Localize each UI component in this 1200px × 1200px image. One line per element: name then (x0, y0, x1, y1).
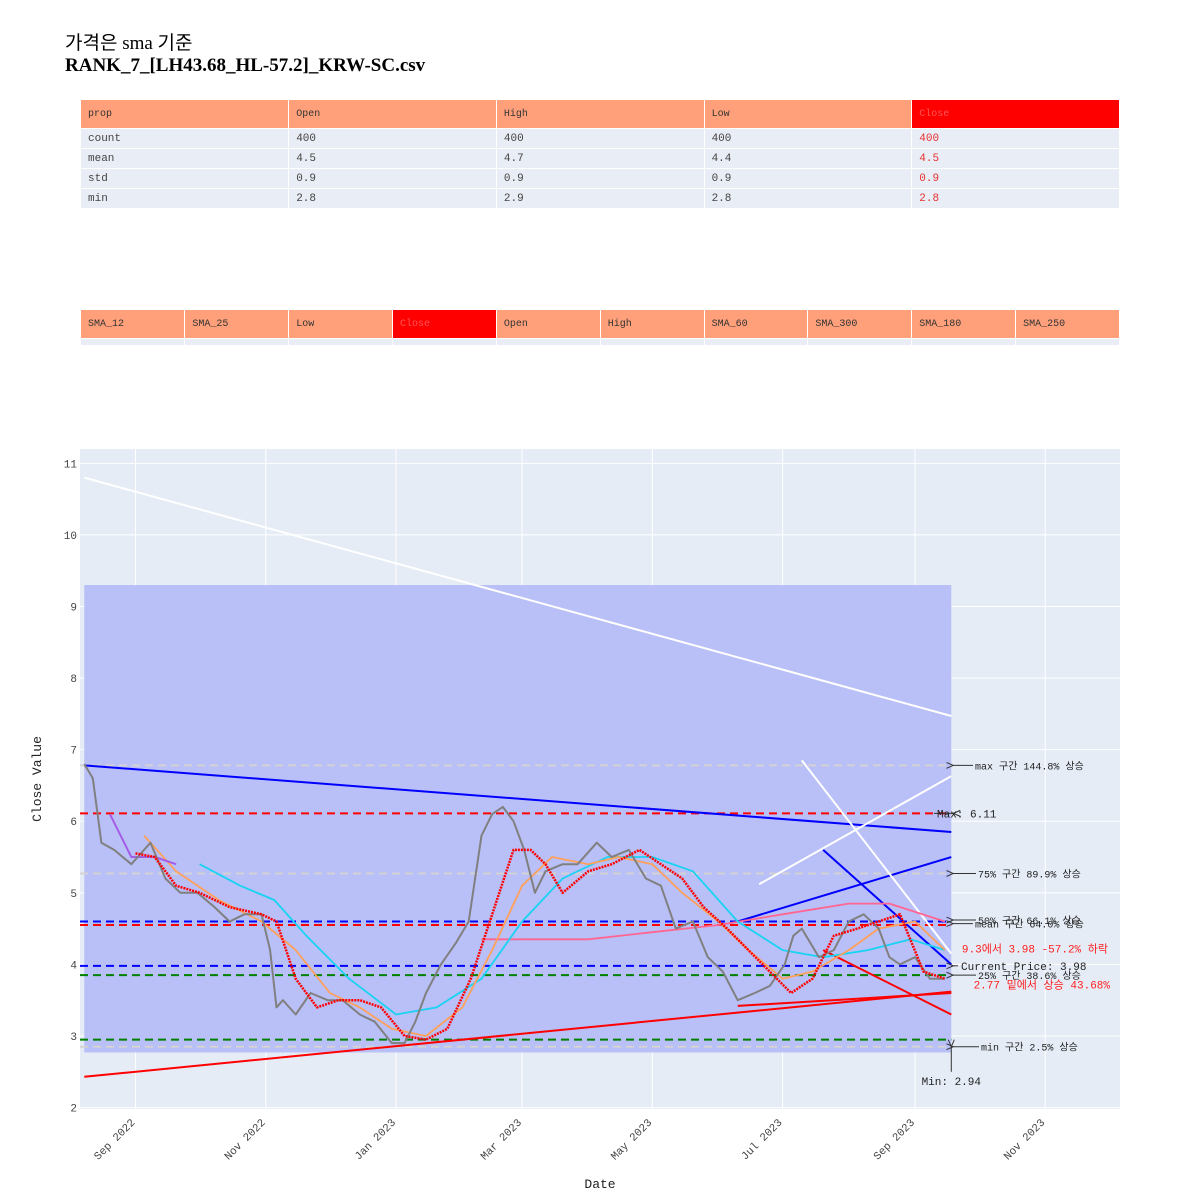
x-tick-label: May 2023 (609, 1117, 655, 1163)
x-tick-label: Jul 2023 (740, 1117, 786, 1163)
annotation-label: mean 구간 64.0% 상승 (975, 919, 1084, 932)
x-tick-label: Jan 2023 (353, 1117, 399, 1163)
x-tick-label: Sep 2022 (93, 1117, 139, 1163)
x-tick-label: Sep 2023 (872, 1117, 918, 1163)
range-band (84, 585, 952, 1053)
y-tick-label: 11 (64, 459, 78, 471)
annotation-label: min 구간 2.5% 상승 (981, 1042, 1078, 1055)
x-tick-label: Mar 2023 (479, 1117, 525, 1163)
x-axis-ticks: Sep 2022 Nov 2022 Jan 2023 Mar 2023 May 2023… (93, 1117, 1049, 1163)
rise-callout: 2.77 밑에서 상승 43.68% (974, 978, 1111, 992)
annotation-label: max 구간 144.8% 상승 (975, 760, 1084, 773)
y-tick-label: 3 (70, 1032, 77, 1044)
y-tick-label: 9 (70, 602, 77, 614)
annotation-label: 75% 구간 89.9% 상승 (978, 868, 1081, 881)
y-tick-label: 7 (70, 746, 77, 758)
annotation-label: Max: 6.11 (937, 809, 997, 821)
y-axis-ticks: 2 3 4 5 6 7 8 9 10 11 (64, 459, 78, 1115)
y-axis-label: Close Value (30, 736, 45, 822)
drop-callout: 9.3에서 3.98 -57.2% 하락 (962, 942, 1108, 957)
y-tick-label: 2 (70, 1104, 77, 1116)
x-tick-label: Nov 2022 (223, 1117, 269, 1163)
y-tick-label: 5 (70, 889, 77, 901)
y-tick-label: 6 (70, 817, 77, 829)
y-tick-label: 10 (64, 531, 77, 543)
y-tick-label: 4 (70, 960, 77, 972)
min-label: Min: 2.94 (922, 1077, 982, 1089)
price-chart: 2 3 4 5 6 7 8 9 10 11 Sep 2022 Nov 2022 Jan 2023 Mar… (30, 449, 1120, 1192)
y-tick-label: 8 (70, 674, 77, 686)
shaded-band (84, 585, 952, 1053)
x-tick-label: Nov 2023 (1002, 1117, 1048, 1163)
x-axis-label: Date (584, 1177, 615, 1192)
